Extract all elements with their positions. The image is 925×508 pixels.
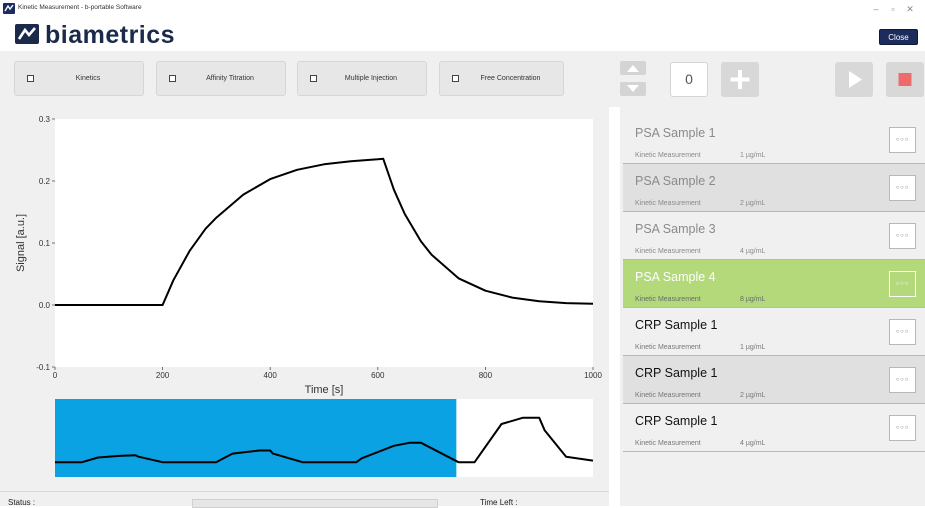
arrow-up-icon — [627, 65, 639, 72]
mode-multiple-injection-button[interactable]: Multiple Injection — [297, 61, 427, 96]
mode-kinetics-button[interactable]: Kinetics — [14, 61, 144, 96]
sample-title: PSA Sample 4 — [635, 270, 716, 284]
decrement-button[interactable] — [620, 82, 646, 96]
start-button[interactable] — [835, 62, 873, 97]
sample-item[interactable]: PSA Sample 1 Kinetic Measurement 1 µg/mL ○○… — [623, 116, 925, 164]
sample-title: PSA Sample 1 — [635, 126, 716, 140]
mode-label: Free Concentration — [480, 75, 541, 82]
signal-chart[interactable]: 0 200 400 600 800 1000 -0.1 0.0 0.1 0.2 0.3 Time [s… — [0, 107, 609, 397]
x-tick-label: 400 — [264, 371, 278, 380]
plus-icon — [730, 70, 750, 89]
mode-label: Multiple Injection — [344, 75, 398, 82]
sample-type: Kinetic Measurement — [635, 152, 701, 159]
sample-list: PSA Sample 1 Kinetic Measurement 1 µg/mL ○○… — [620, 107, 925, 506]
logo-text: biametrics — [45, 21, 176, 49]
more-options-icon[interactable]: ○○○ — [889, 319, 916, 345]
sample-item[interactable]: PSA Sample 4 Kinetic Measurement 8 µg/mL ○○… — [623, 260, 925, 308]
sample-concentration: 8 µg/mL — [740, 296, 766, 303]
window-title: Kinetic Measurement - b-portable Softwar… — [18, 4, 142, 11]
toolbar: Kinetics Affinity Titration Multiple Inj… — [0, 51, 925, 107]
mode-free-concentration-button[interactable]: Free Concentration — [439, 61, 564, 96]
plot-area — [55, 119, 593, 367]
title-bar: Kinetic Measurement - b-portable Softwar… — [0, 0, 925, 20]
x-tick-label: 0 — [53, 371, 58, 380]
y-tick-label: 0.2 — [39, 177, 51, 186]
stop-icon — [898, 73, 912, 86]
y-tick-label: -0.1 — [36, 363, 50, 372]
sample-concentration: 4 µg/mL — [740, 248, 766, 255]
sample-item[interactable]: PSA Sample 2 Kinetic Measurement 2 µg/mL ○○… — [623, 164, 925, 212]
y-tick-label: 0.3 — [39, 115, 51, 124]
biametrics-logo: biametrics — [15, 21, 175, 49]
more-options-icon[interactable]: ○○○ — [889, 271, 916, 297]
sample-title: CRP Sample 1 — [635, 318, 718, 332]
sample-item[interactable]: CRP Sample 1 Kinetic Measurement 2 µg/mL ○○… — [623, 356, 925, 404]
close-button[interactable]: Close — [879, 29, 918, 45]
sample-item[interactable]: PSA Sample 3 Kinetic Measurement 4 µg/mL ○○… — [623, 212, 925, 260]
more-options-icon[interactable]: ○○○ — [889, 127, 916, 153]
maximize-button[interactable]: ▫ — [886, 2, 900, 16]
increment-button[interactable] — [620, 61, 646, 75]
more-options-icon[interactable]: ○○○ — [889, 415, 916, 441]
sample-title: CRP Sample 1 — [635, 414, 718, 428]
app-icon — [3, 3, 15, 14]
sample-title: PSA Sample 3 — [635, 222, 716, 236]
sample-type: Kinetic Measurement — [635, 344, 701, 351]
mode-label: Affinity Titration — [206, 75, 254, 82]
overview-chart[interactable] — [55, 399, 593, 477]
window-close-button[interactable]: ✕ — [903, 2, 917, 16]
mode-affinity-titration-button[interactable]: Affinity Titration — [156, 61, 286, 96]
sample-title: CRP Sample 1 — [635, 366, 718, 380]
stop-button[interactable] — [886, 62, 924, 97]
sample-concentration: 1 µg/mL — [740, 152, 766, 159]
more-options-icon[interactable]: ○○○ — [889, 223, 916, 249]
sample-item[interactable]: CRP Sample 1 Kinetic Measurement 1 µg/mL ○○… — [623, 308, 925, 356]
more-options-icon[interactable]: ○○○ — [889, 175, 916, 201]
sample-concentration: 2 µg/mL — [740, 200, 766, 207]
sample-title: PSA Sample 2 — [635, 174, 716, 188]
status-bar: Status : Time Left : — [0, 491, 609, 508]
sample-concentration: 2 µg/mL — [740, 392, 766, 399]
arrow-down-icon — [627, 85, 639, 92]
measurement-panel: 0 200 400 600 800 1000 -0.1 0.0 0.1 0.2 0.3 Time [s… — [0, 107, 609, 508]
sample-type: Kinetic Measurement — [635, 200, 701, 207]
play-icon — [849, 71, 862, 88]
sample-type: Kinetic Measurement — [635, 296, 701, 303]
y-tick-label: 0.0 — [39, 301, 51, 310]
add-button[interactable] — [721, 62, 759, 97]
y-axis-label: Signal [a.u.] — [15, 214, 27, 272]
sample-concentration: 1 µg/mL — [740, 344, 766, 351]
minimize-button[interactable]: – — [869, 2, 883, 16]
x-axis-label: Time [s] — [305, 384, 344, 396]
sample-type: Kinetic Measurement — [635, 440, 701, 447]
sample-item[interactable]: CRP Sample 1 Kinetic Measurement 4 µg/mL ○○… — [623, 404, 925, 452]
progress-bar — [192, 499, 438, 508]
sample-type: Kinetic Measurement — [635, 248, 701, 255]
x-tick-label: 1000 — [584, 371, 602, 380]
overview-selection — [55, 399, 457, 477]
logo-mark-icon — [15, 24, 39, 44]
x-tick-label: 600 — [371, 371, 385, 380]
y-tick-label: 0.1 — [39, 239, 51, 248]
x-tick-label: 200 — [156, 371, 170, 380]
sample-type: Kinetic Measurement — [635, 392, 701, 399]
sample-concentration: 4 µg/mL — [740, 440, 766, 447]
more-options-icon[interactable]: ○○○ — [889, 367, 916, 393]
x-tick-label: 800 — [479, 371, 493, 380]
mode-label: Kinetics — [75, 75, 101, 82]
injection-counter[interactable]: 0 — [670, 62, 708, 97]
panel-divider — [609, 107, 620, 506]
